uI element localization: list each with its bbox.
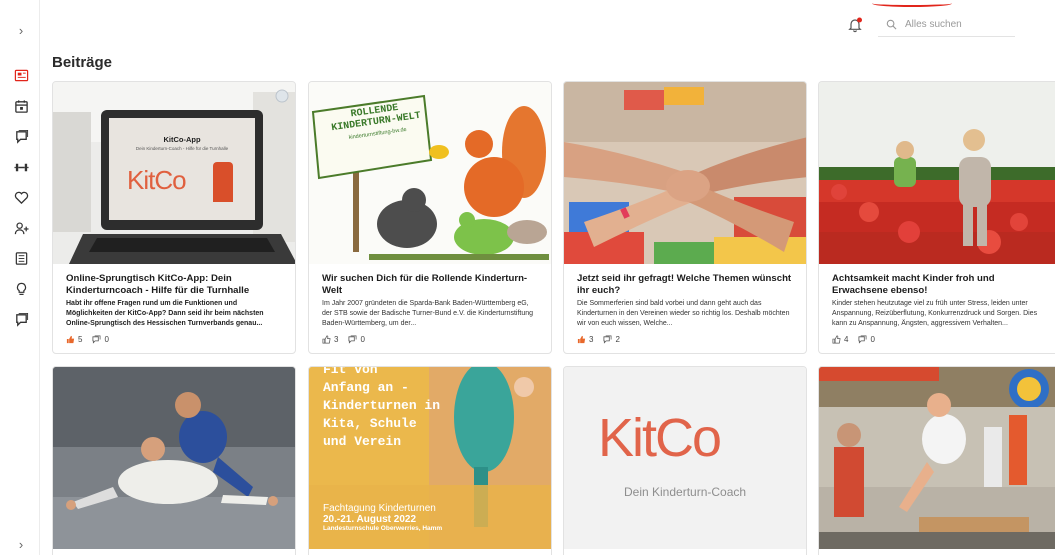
comment-icon[interactable] [603,335,612,344]
expand-sidebar-bottom-icon[interactable]: › [12,536,30,554]
poster-line3: Kita, Schule [323,416,417,431]
post-card[interactable]: Achtsamkeit macht Kinder froh und Erwach… [818,81,1055,354]
book-icon[interactable] [12,249,30,267]
poster-line2: Kinderturnen in [323,398,441,413]
expand-sidebar-icon[interactable]: › [12,22,30,40]
post-card[interactable]: KitCo Dein Kinderturn-Coach [563,366,807,555]
like-count: 4 [844,335,849,344]
kitco-tagline: Dein Kinderturn-Coach [624,485,747,499]
post-card[interactable]: ROLLENDE KINDERTURN-WELT kinderturnstift… [308,81,552,354]
poster-top: Fit von [323,367,378,377]
kitco-logo: KitCo [598,408,722,468]
post-title: Achtsamkeit macht Kinder froh und Erwach… [832,273,995,296]
search-bar[interactable] [878,13,1015,37]
like-count: 3 [334,335,339,344]
kitco-logo: KitCo [127,165,187,195]
sidebar: › › [0,0,40,555]
post-image-kitco-logo: KitCo Dein Kinderturn-Coach [564,367,806,549]
event-date: 20.-21. August 2022 [323,514,417,525]
post-card[interactable]: KitCo-App Dein Kinderturn-Coach - Hilfe … [52,81,296,354]
post-stats: 3 2 [577,335,620,344]
comment-count: 0 [360,335,365,344]
like-count: 5 [78,335,83,344]
page-title: Beiträge [52,54,113,71]
thumbs-up-icon[interactable] [577,335,586,344]
newspaper-icon[interactable] [12,66,30,84]
screen-title: KitCo-App [163,135,201,144]
post-title: Jetzt seid ihr gefragt! Welche Themen wü… [577,273,792,296]
post-card[interactable] [818,366,1055,555]
poster-line4: und Verein [323,434,402,449]
post-image-poster: Fit von Anfang an - Kinderturnen in Kita… [309,367,551,549]
comment-icon[interactable] [92,335,101,344]
post-image-hands [564,82,806,264]
post-title: Online-Sprungtisch KitCo-App: Dein Kinde… [66,273,250,296]
heart-icon[interactable] [12,188,30,206]
post-card[interactable]: Jetzt seid ihr gefragt! Welche Themen wü… [563,81,807,354]
notification-icon[interactable] [846,16,864,34]
post-image-illustration: ROLLENDE KINDERTURN-WELT kinderturnstift… [309,82,551,264]
post-excerpt: Habt ihr offene Fragen rund um die Funkt… [66,300,264,327]
post-image-gym [819,367,1055,549]
post-excerpt: Im Jahr 2007 gründeten die Sparda-Bank B… [322,300,534,327]
event-place: Landesturnschule Oberwerries, Hamm [323,525,443,532]
post-excerpt: Die Sommerferien sind bald vorbei und da… [577,300,790,327]
thumbs-up-icon[interactable] [322,335,331,344]
comment-count: 0 [104,335,109,344]
accent-arc [872,0,952,7]
thumbs-up-icon[interactable] [832,335,841,344]
slide-graphic [213,162,233,202]
dumbbell-icon[interactable] [12,158,30,176]
calendar-icon[interactable] [12,97,30,115]
post-stats: 3 0 [322,335,365,344]
post-excerpt: Kinder stehen heutzutage viel zu früh un… [832,300,1038,327]
post-image-laptop: KitCo-App Dein Kinderturn-Coach - Hilfe … [53,82,295,264]
post-title: Wir suchen Dich für die Rollende Kindert… [322,273,528,296]
screen-subtitle: Dein Kinderturn-Coach - Hilfe für die Tu… [135,146,229,151]
add-user-icon[interactable] [12,219,30,237]
event-title: Fachtagung Kinderturnen [323,503,436,514]
search-input[interactable] [905,19,1005,30]
comment-count: 2 [615,335,620,344]
like-count: 3 [589,335,594,344]
lightbulb-icon[interactable] [12,280,30,298]
post-image-tulips [819,82,1055,264]
chat-icon[interactable] [12,127,30,145]
post-stats: 4 0 [832,335,875,344]
comment-icon[interactable] [858,335,867,344]
post-image-judo [53,367,295,549]
poster-line1: Anfang an - [323,380,409,395]
thumbs-up-icon[interactable] [66,335,75,344]
post-card[interactable] [52,366,296,555]
post-card[interactable]: Fit von Anfang an - Kinderturnen in Kita… [308,366,552,555]
comment-count: 0 [870,335,875,344]
post-stats: 5 0 [66,335,109,344]
search-icon [886,19,897,30]
chat-bubbles-icon[interactable] [12,310,30,328]
comment-icon[interactable] [348,335,357,344]
